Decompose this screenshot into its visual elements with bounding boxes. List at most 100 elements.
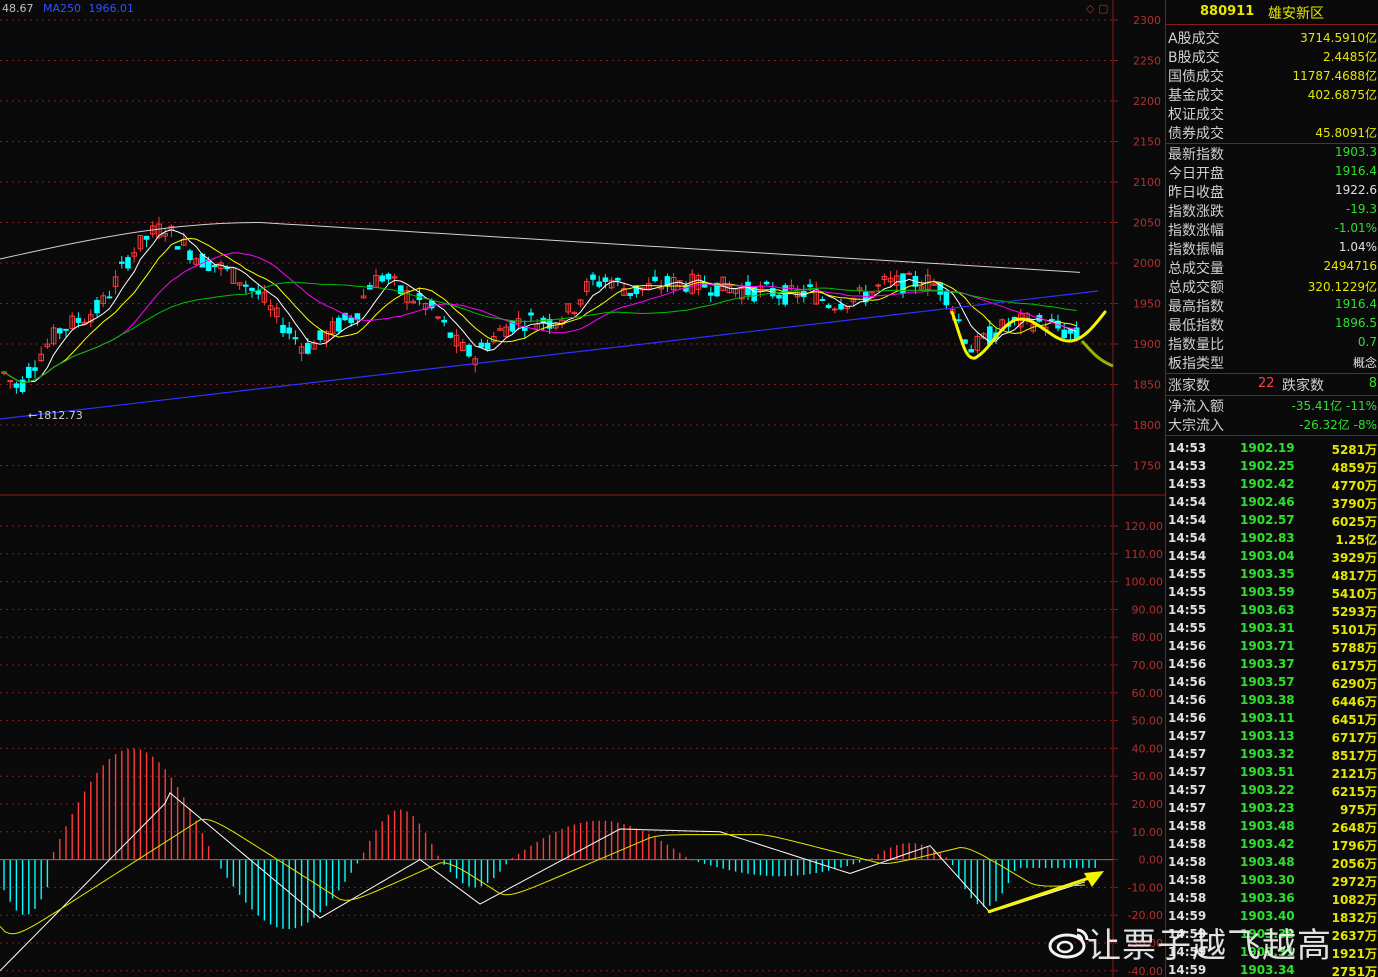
ma60-line <box>3 281 1077 384</box>
tick-volume: 4817万 <box>1331 569 1377 583</box>
macd-dif-line <box>0 792 1086 972</box>
tick-row: 14:54 1902.83 1.25亿 <box>1166 530 1378 548</box>
tick-row: 14:58 1903.48 2056万 <box>1166 854 1378 872</box>
up-count: 22 <box>1258 376 1275 391</box>
quote-panel: 880911 雄安新区 A股成交 3714.5910亿 B股成交 2.4485亿 国债成… <box>1165 0 1378 977</box>
tick-volume: 1832万 <box>1331 911 1377 925</box>
tick-volume: 2751万 <box>1331 965 1377 977</box>
tick-volume: 1.25亿 <box>1335 533 1377 547</box>
tick-volume: 6446万 <box>1331 695 1377 709</box>
candle-body <box>336 317 342 332</box>
candle-body <box>435 316 441 319</box>
macd-axis-label: 20.00 <box>1132 798 1164 811</box>
candle-body <box>807 284 813 288</box>
row-value: -35.41亿 -11% <box>1291 399 1377 413</box>
volume-row: 权证成交 <box>1166 104 1378 123</box>
tick-time: 14:55 <box>1168 621 1207 635</box>
tick-time: 14:55 <box>1168 567 1207 581</box>
tick-time: 14:56 <box>1168 711 1207 725</box>
tick-volume: 3929万 <box>1331 551 1377 565</box>
candle-body <box>57 328 63 334</box>
tick-time: 14:56 <box>1168 693 1207 707</box>
row-label: 指数振幅 <box>1168 242 1224 258</box>
macd-axis-label: 90.00 <box>1132 603 1164 616</box>
tick-time: 14:54 <box>1168 531 1207 545</box>
tick-volume: 6451万 <box>1331 713 1377 727</box>
row-label: A股成交 <box>1168 31 1220 47</box>
row-label: B股成交 <box>1168 50 1220 66</box>
candle-body <box>875 284 882 287</box>
macd-axis-label: 30.00 <box>1132 770 1164 783</box>
tick-row: 14:58 1903.48 2648万 <box>1166 818 1378 836</box>
candle-body <box>1067 329 1074 334</box>
row-label: 最低指数 <box>1168 318 1224 334</box>
price-axis-label: 2050 <box>1133 217 1161 230</box>
panel-separator <box>1166 435 1378 436</box>
tick-row: 14:58 1903.42 1796万 <box>1166 836 1378 854</box>
macd-axis-label: 80.00 <box>1132 631 1164 644</box>
row-label: 指数涨跌 <box>1168 204 1224 220</box>
updown-row: 涨家数 22 跌家数 8 <box>1166 375 1378 394</box>
volume-row: 债券成交 45.8091亿 <box>1166 123 1378 142</box>
row-value: 1.04% <box>1338 240 1377 254</box>
row-label: 净流入额 <box>1168 399 1224 415</box>
tick-time: 14:53 <box>1168 441 1207 455</box>
macd-axis-label: 10.00 <box>1132 826 1164 839</box>
tick-volume: 1921万 <box>1331 947 1377 961</box>
tick-row: 14:56 1903.38 6446万 <box>1166 692 1378 710</box>
row-value: 1922.6 <box>1335 183 1377 197</box>
row-label: 今日开盘 <box>1168 166 1224 182</box>
tick-volume: 975万 <box>1339 803 1377 817</box>
candle-body <box>26 366 32 378</box>
tick-price: 1903.23 <box>1240 801 1295 815</box>
tick-volume: 5101万 <box>1331 623 1377 637</box>
tick-price: 1903.48 <box>1240 855 1295 869</box>
flow-row: 净流入额 -35.41亿 -11% <box>1166 396 1378 415</box>
row-value: -19.3 <box>1345 202 1377 216</box>
macd-axis-label: 60.00 <box>1132 687 1164 700</box>
tick-row: 14:53 1902.25 4859万 <box>1166 458 1378 476</box>
settings-icons: ◇ ▢ <box>1086 2 1108 15</box>
candle-body <box>125 257 131 269</box>
row-label: 指数量比 <box>1168 337 1224 353</box>
price-axis-label: 2250 <box>1133 55 1161 68</box>
candle-body <box>701 281 708 288</box>
row-label: 国债成交 <box>1168 69 1224 85</box>
price-axis-label: 1850 <box>1133 379 1161 392</box>
candle-body <box>528 312 534 316</box>
tick-time: 14:57 <box>1168 765 1207 779</box>
row-value: 2.4485亿 <box>1323 50 1377 64</box>
tick-time: 14:54 <box>1168 513 1207 527</box>
price-axis-label: 1750 <box>1133 460 1161 473</box>
row-label: 昨日收盘 <box>1168 185 1224 201</box>
macd-axis-label: 70.00 <box>1132 659 1164 672</box>
row-label: 大宗流入 <box>1168 418 1224 434</box>
tick-time: 14:58 <box>1168 855 1207 869</box>
candle-body <box>838 303 844 310</box>
tick-row: 14:54 1902.57 6025万 <box>1166 512 1378 530</box>
candle-body <box>75 317 82 323</box>
tick-time: 14:57 <box>1168 783 1207 797</box>
legend-ma250-value: 1966.01 <box>88 2 135 15</box>
index-row: 板指类型 概念 <box>1166 353 1378 372</box>
tick-price: 1903.35 <box>1240 567 1295 581</box>
tick-time: 14:57 <box>1168 747 1207 761</box>
index-row: 指数量比 0.7 <box>1166 334 1378 353</box>
tick-price: 1903.57 <box>1240 675 1295 689</box>
row-label: 总成交额 <box>1168 280 1224 296</box>
index-code: 880911 <box>1200 4 1255 19</box>
candle-body <box>317 330 323 341</box>
tick-volume: 4770万 <box>1331 479 1377 493</box>
macd-axis-label: 0.00 <box>1139 854 1164 867</box>
tick-price: 1903.04 <box>1240 549 1295 563</box>
tick-volume: 5281万 <box>1331 443 1377 457</box>
macd-axis-label: 110.00 <box>1125 548 1164 561</box>
tick-volume: 2648万 <box>1331 821 1377 835</box>
kline-chart[interactable]: ◇ ▢ 2300 2250 2200 2150 2100 2050 2000 1950 1900 1… <box>0 0 1165 977</box>
tick-row: 14:53 1902.19 5281万 <box>1166 440 1378 458</box>
row-value: 2494716 <box>1323 259 1377 273</box>
tick-price: 1903.11 <box>1240 711 1295 725</box>
candle-body <box>819 298 826 301</box>
index-row: 总成交额 320.1229亿 <box>1166 277 1378 296</box>
tick-price: 1903.51 <box>1240 765 1295 779</box>
